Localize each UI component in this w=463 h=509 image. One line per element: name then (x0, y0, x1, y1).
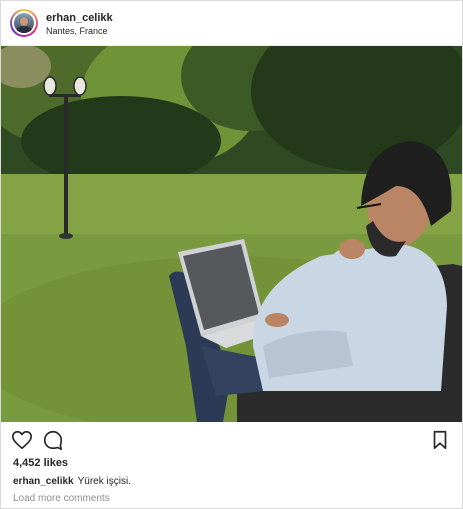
lamp-arm (49, 94, 81, 97)
post-username[interactable]: erhan_celikk (46, 12, 113, 24)
post-photo-illustration (1, 46, 462, 422)
avatar-photo (14, 13, 34, 33)
avatar-shoulders (16, 26, 32, 33)
hand (339, 239, 365, 259)
typing-hand (265, 313, 289, 327)
post-photo[interactable] (1, 46, 462, 422)
caption-username[interactable]: erhan_celikk (13, 476, 74, 487)
lamp-post (64, 96, 68, 236)
post-actions (1, 429, 462, 453)
post-header: erhan_celikk Nantes, France (1, 1, 462, 46)
caption-text: Yürek işçisi. (77, 476, 131, 487)
load-more-comments-link[interactable]: Load more comments (13, 493, 110, 504)
post-caption: erhan_celikk Yürek işçisi. (13, 476, 131, 487)
post-location[interactable]: Nantes, France (46, 26, 108, 36)
heart-icon[interactable] (11, 429, 33, 451)
comment-icon[interactable] (42, 429, 64, 451)
avatar[interactable] (10, 9, 38, 37)
instagram-post-card: erhan_celikk Nantes, France 4,452 likes … (0, 0, 463, 509)
tree-canopy (21, 96, 221, 186)
lamp-globe (43, 76, 57, 96)
like-count[interactable]: 4,452 likes (13, 457, 68, 469)
bookmark-icon[interactable] (429, 429, 451, 451)
avatar-ring-gap (12, 11, 36, 35)
lamp-globe (73, 76, 87, 96)
avatar-face (20, 17, 28, 26)
lamp-base (59, 233, 73, 239)
